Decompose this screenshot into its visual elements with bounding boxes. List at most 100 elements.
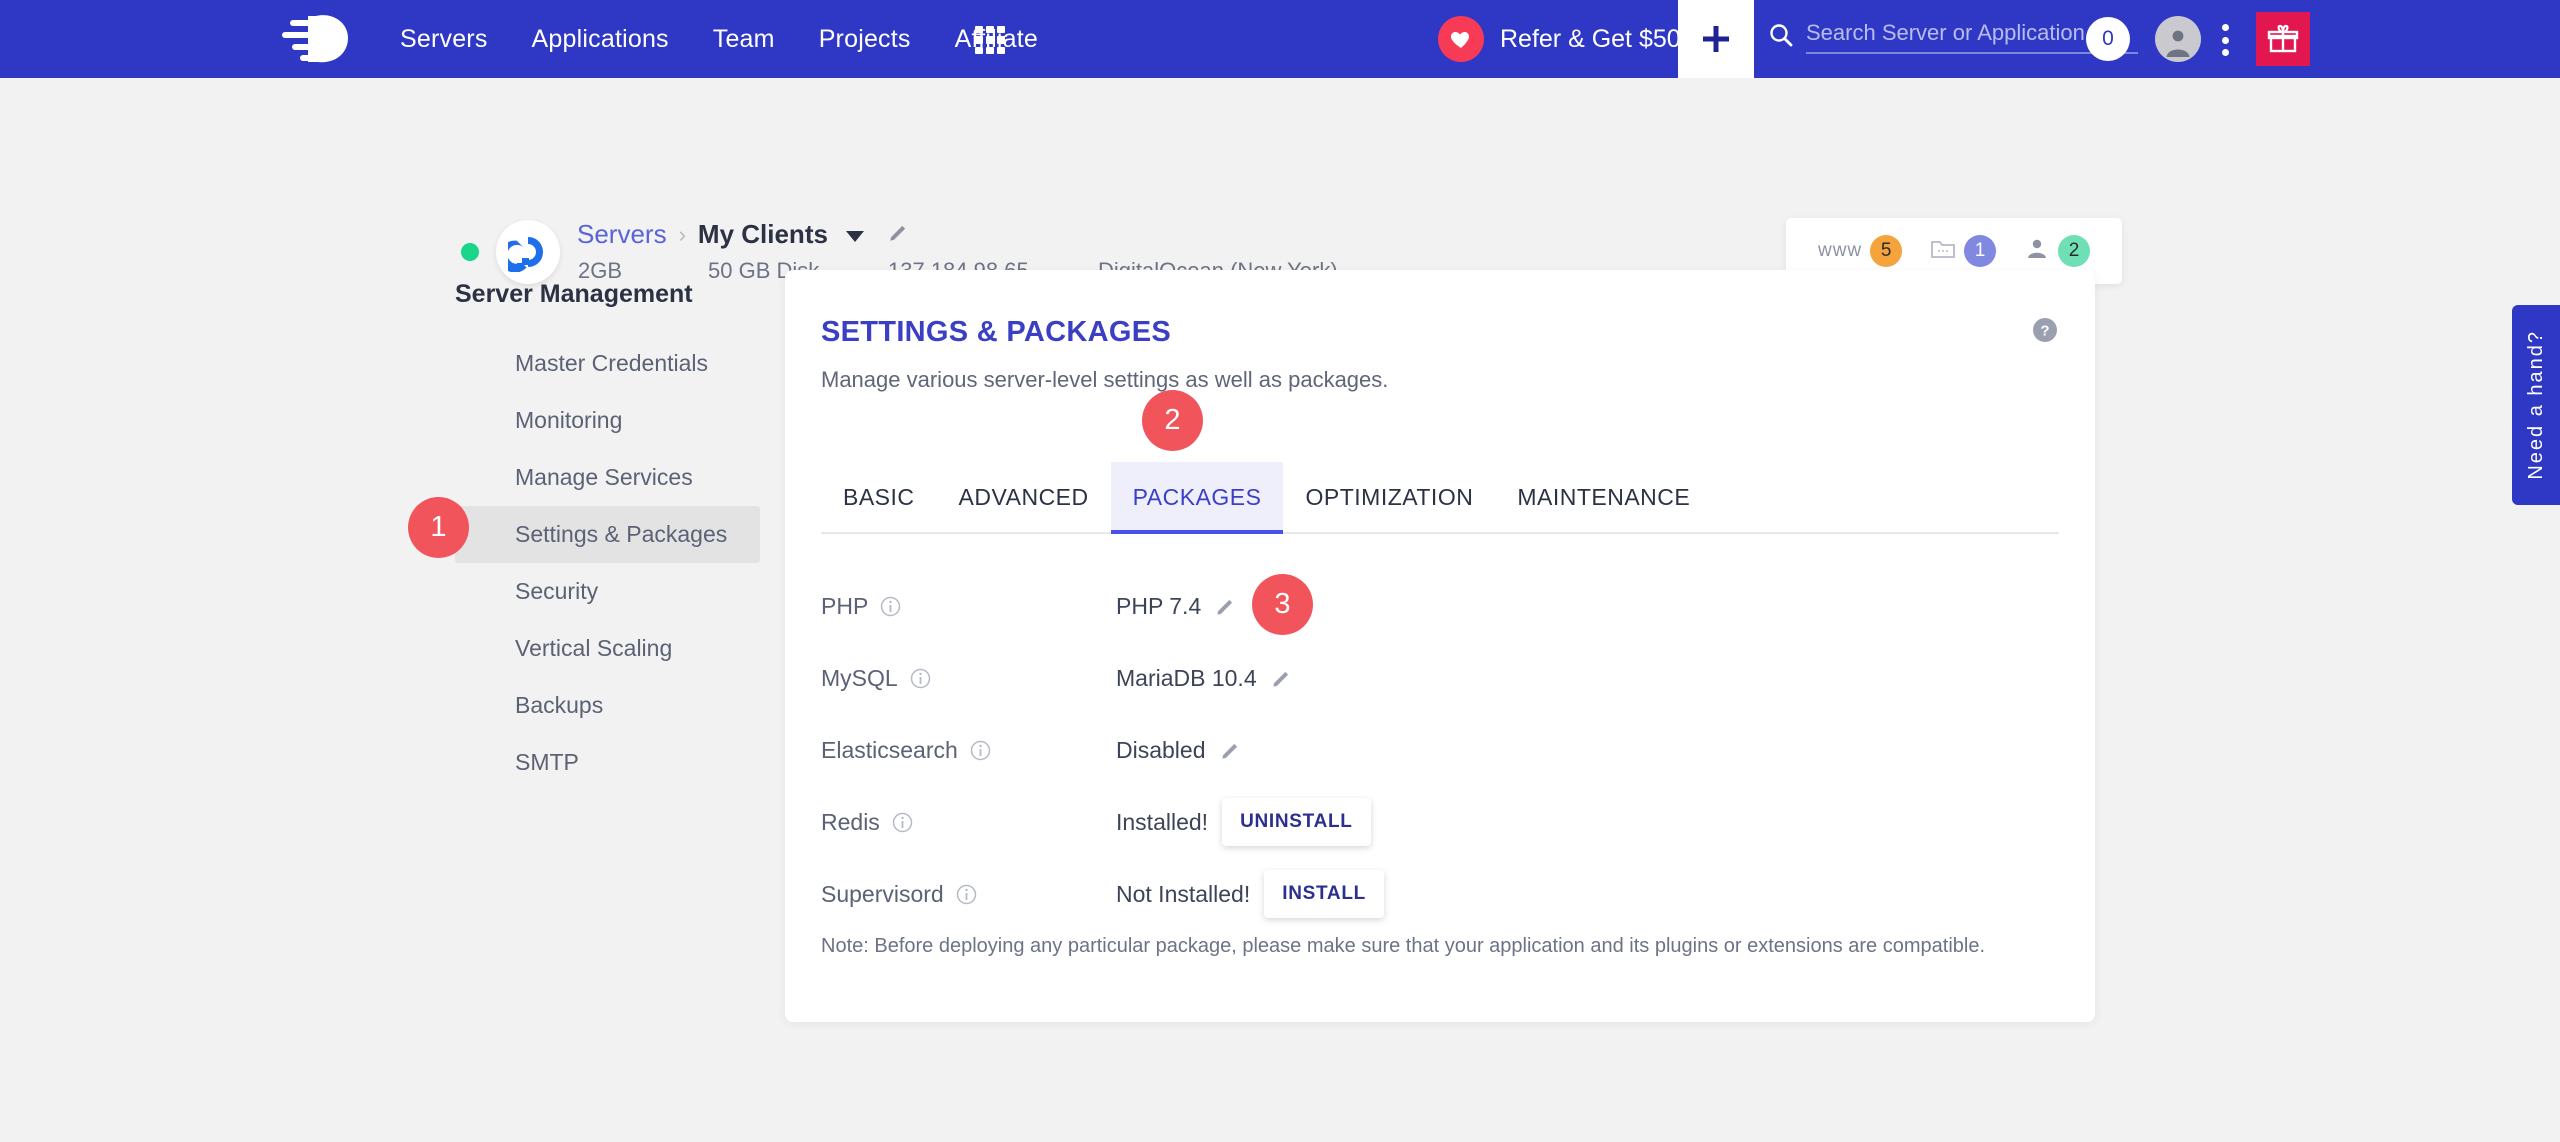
plus-icon bbox=[1703, 26, 1729, 52]
sidebar-item-monitoring[interactable]: Monitoring bbox=[455, 392, 760, 449]
sidebar-item-label: Master Credentials bbox=[515, 350, 709, 376]
caret-down-icon[interactable] bbox=[845, 231, 864, 242]
package-row-mysql: MySQL MariaDB 10.4 bbox=[821, 642, 2059, 714]
tab-label: PACKAGES bbox=[1132, 483, 1262, 510]
nav-link-applications[interactable]: Applications bbox=[532, 25, 669, 54]
server-header: Servers › My Clients 2GB 50 GB Disk 137.… bbox=[0, 78, 2560, 284]
kebab-menu-icon[interactable] bbox=[2222, 24, 2230, 56]
sidebar-item-label: Vertical Scaling bbox=[515, 635, 673, 661]
add-new-button[interactable] bbox=[1678, 0, 1754, 78]
breadcrumb-separator: › bbox=[678, 221, 686, 247]
mysql-edit-pencil[interactable] bbox=[1271, 667, 1293, 689]
package-value-mysql: MariaDB 10.4 bbox=[1116, 665, 1293, 692]
php-edit-pencil[interactable] bbox=[1215, 595, 1237, 617]
packages-note: Note: Before deploying any particular pa… bbox=[821, 935, 1986, 957]
package-name: MySQL bbox=[821, 664, 898, 691]
page-title: SETTINGS & PACKAGES bbox=[821, 316, 1171, 348]
nav-link-projects[interactable]: Projects bbox=[819, 25, 911, 54]
tab-advanced[interactable]: ADVANCED bbox=[937, 462, 1111, 532]
badge-www[interactable]: www 5 bbox=[1817, 235, 1903, 267]
package-value-redis: Installed! UNINSTALL bbox=[1116, 798, 1371, 846]
sidebar-item-backups[interactable]: Backups bbox=[455, 677, 760, 734]
package-label-elasticsearch: Elasticsearch bbox=[821, 737, 1116, 764]
top-navbar: Servers Applications Team Projects Affil… bbox=[0, 0, 2560, 78]
package-label-supervisord: Supervisord bbox=[821, 881, 1116, 908]
info-icon[interactable] bbox=[910, 668, 931, 689]
info-icon[interactable] bbox=[892, 812, 913, 833]
package-row-redis: Redis Installed! UNINSTALL bbox=[821, 786, 2059, 858]
notification-count-badge[interactable]: 0 bbox=[2086, 17, 2130, 61]
step-marker-3: 3 bbox=[1252, 574, 1313, 635]
tab-packages[interactable]: PACKAGES bbox=[1110, 462, 1284, 534]
nav-link-team[interactable]: Team bbox=[713, 25, 775, 54]
sidebar-item-label: Manage Services bbox=[515, 464, 693, 490]
package-value-elasticsearch: Disabled bbox=[1116, 737, 1242, 764]
sidebar-item-label: Backups bbox=[515, 692, 604, 718]
package-version: Disabled bbox=[1116, 736, 1206, 763]
badge-users[interactable]: 2 bbox=[2024, 235, 2091, 267]
cloudways-logo-icon[interactable] bbox=[278, 8, 370, 70]
sidebar-item-label: Security bbox=[515, 578, 599, 604]
search-container bbox=[1768, 14, 2138, 64]
tab-label: ADVANCED bbox=[958, 483, 1089, 510]
package-value-php: PHP 7.4 bbox=[1116, 593, 1237, 620]
gift-icon[interactable] bbox=[2256, 12, 2310, 66]
sidebar-item-settings-packages[interactable]: Settings & Packages bbox=[455, 506, 760, 563]
sidebar-title: Server Management bbox=[455, 280, 693, 308]
badge-folders[interactable]: 1 bbox=[1930, 235, 1997, 267]
package-row-supervisord: Supervisord Not Installed! INSTALL bbox=[821, 858, 2059, 930]
search-icon bbox=[1768, 22, 1794, 48]
sidebar-item-label: Monitoring bbox=[515, 407, 623, 433]
www-icon: www bbox=[1817, 240, 1863, 261]
info-icon[interactable] bbox=[956, 884, 977, 905]
sidebar-item-label: SMTP bbox=[515, 749, 579, 775]
package-row-elasticsearch: Elasticsearch Disabled bbox=[821, 714, 2059, 786]
breadcrumb-servers-link[interactable]: Servers bbox=[577, 219, 667, 250]
need-a-hand-tab[interactable]: Need a hand? bbox=[2512, 305, 2560, 505]
package-row-php: PHP PHP 7.4 bbox=[821, 570, 2059, 642]
server-status-dot bbox=[461, 243, 479, 261]
page-subtitle: Manage various server-level settings as … bbox=[821, 367, 1389, 392]
user-icon bbox=[2024, 236, 2050, 267]
refer-and-earn-button[interactable]: Refer & Get $50 bbox=[1438, 0, 1681, 78]
digitalocean-logo-icon bbox=[496, 220, 560, 284]
package-version: MariaDB 10.4 bbox=[1116, 664, 1257, 691]
info-icon[interactable] bbox=[970, 740, 991, 761]
tab-optimization[interactable]: OPTIMIZATION bbox=[1283, 462, 1495, 532]
step-marker-2: 2 bbox=[1142, 390, 1203, 451]
sidebar-item-security[interactable]: Security bbox=[455, 563, 760, 620]
elasticsearch-edit-pencil[interactable] bbox=[1220, 739, 1242, 761]
settings-tabs: BASIC ADVANCED PACKAGES OPTIMIZATION MAI… bbox=[821, 462, 2059, 534]
info-icon[interactable] bbox=[880, 596, 901, 617]
server-management-sidebar: Server Management Master Credentials Mon… bbox=[455, 280, 760, 791]
package-label-mysql: MySQL bbox=[821, 665, 1116, 692]
need-a-hand-label: Need a hand? bbox=[2524, 330, 2547, 480]
sidebar-item-smtp[interactable]: SMTP bbox=[455, 734, 760, 791]
user-avatar-icon[interactable] bbox=[2155, 16, 2201, 62]
server-name-edit-pencil-icon[interactable] bbox=[888, 221, 910, 248]
breadcrumb-current-server: My Clients bbox=[697, 219, 828, 249]
tab-label: BASIC bbox=[843, 483, 915, 510]
heart-icon bbox=[1438, 16, 1484, 62]
package-name: PHP bbox=[821, 592, 869, 619]
breadcrumb: Servers › My Clients bbox=[577, 219, 910, 250]
sidebar-item-master-credentials[interactable]: Master Credentials bbox=[455, 335, 760, 392]
package-status: Not Installed! bbox=[1116, 880, 1251, 907]
package-name: Redis bbox=[821, 808, 880, 835]
tab-basic[interactable]: BASIC bbox=[821, 462, 937, 532]
tab-label: OPTIMIZATION bbox=[1305, 483, 1474, 510]
www-count: 5 bbox=[1870, 235, 1903, 267]
svg-text:?: ? bbox=[2040, 323, 2049, 340]
sidebar-item-manage-services[interactable]: Manage Services bbox=[455, 449, 760, 506]
nav-link-servers[interactable]: Servers bbox=[400, 25, 488, 54]
tab-maintenance[interactable]: MAINTENANCE bbox=[1495, 462, 1712, 532]
sidebar-item-label: Settings & Packages bbox=[515, 521, 728, 547]
package-name: Supervisord bbox=[821, 880, 944, 907]
question-mark-icon[interactable]: ? bbox=[2031, 316, 2059, 349]
redis-uninstall-button[interactable]: UNINSTALL bbox=[1222, 798, 1371, 846]
supervisord-install-button[interactable]: INSTALL bbox=[1264, 870, 1384, 918]
step-marker-1: 1 bbox=[408, 497, 469, 558]
packages-list: PHP PHP 7.4 MySQL MariaDB 10.4 Elasticse… bbox=[821, 570, 2059, 930]
sidebar-item-vertical-scaling[interactable]: Vertical Scaling bbox=[455, 620, 760, 677]
grid-apps-icon[interactable] bbox=[975, 26, 1005, 54]
